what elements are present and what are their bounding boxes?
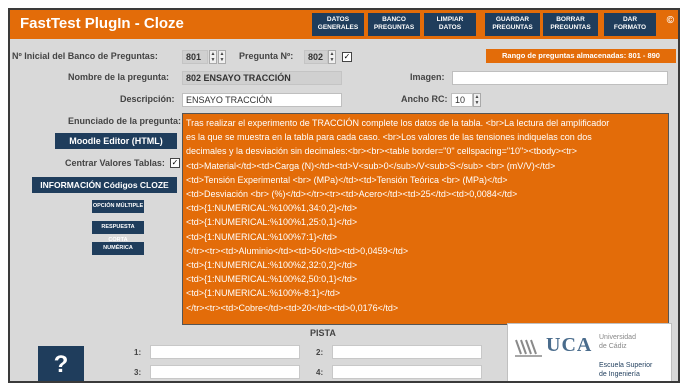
button-label: BANCO	[382, 16, 406, 23]
button-label: PREGUNTAS	[373, 24, 415, 31]
button-label: PREGUNTAS	[492, 24, 533, 31]
statement-label: Enunciado de la pregunta:	[68, 116, 182, 126]
header-bar: FastTest PlugIn - Cloze DATOS GENERALES …	[10, 10, 678, 39]
editor-line: <td>{1:NUMERICAL:%100%2,32:0,2}</td>	[186, 260, 358, 271]
app-title: FastTest PlugIn - Cloze	[20, 15, 184, 32]
university-line: de Cádiz	[599, 343, 627, 350]
uca-acronym: UCA	[546, 334, 593, 356]
editor-line: es la que se muestra en la tabla para ca…	[186, 132, 592, 143]
question-number-field[interactable]: 802	[304, 50, 328, 64]
button-label: DATOS	[438, 24, 462, 31]
pista-title: PISTA	[310, 328, 336, 338]
question-name-label: Nombre de la pregunta:	[68, 72, 170, 82]
uca-logo: UCA Universidad de Cádiz Escuela Superio…	[507, 323, 672, 381]
hint-3-label: 3:	[134, 368, 142, 377]
button-label: DATOS	[326, 16, 350, 23]
question-statement-editor[interactable]: Tras realizar el experimento de TRACCIÓN…	[182, 113, 669, 325]
school-line: de Ingeniería	[599, 371, 640, 378]
button-label: PREGUNTAS	[550, 24, 591, 31]
hint-4-field[interactable]	[332, 365, 482, 379]
editor-line: <td>Material</td><td>Carga (N)</td><td>V…	[186, 160, 556, 171]
button-label: DAR	[622, 16, 638, 23]
short-answer-button[interactable]: RESPUESTA CORTA	[92, 221, 144, 243]
school-line: Escuela Superior	[599, 362, 653, 369]
width-label: Ancho RC:	[401, 94, 448, 104]
hint-1-label: 1:	[134, 348, 142, 357]
bank-start-field[interactable]: 801	[182, 50, 208, 64]
borrar-preguntas-button[interactable]: BORRAR PREGUNTAS	[543, 13, 598, 36]
bank-start-label: Nº Inicial del Banco de Preguntas:	[12, 51, 158, 61]
multiple-choice-button[interactable]: OPCIÓN MÚLTIPLE	[92, 200, 144, 213]
hint-3-field[interactable]	[150, 365, 300, 379]
app-window: FastTest PlugIn - Cloze DATOS GENERALES …	[8, 8, 680, 383]
center-values-checkbox[interactable]: ✓	[170, 158, 180, 168]
question-name-field[interactable]: 802 ENSAYO TRACCIÓN	[182, 71, 342, 85]
button-label: FORMATO	[613, 24, 647, 31]
university-emblem-icon	[515, 339, 542, 357]
image-label: Imagen:	[410, 72, 445, 82]
bank-start-spinner-icon[interactable]: ▲ ▼	[209, 50, 217, 64]
stored-range-badge: Rango de preguntas almacenadas: 801 - 89…	[486, 49, 676, 63]
help-button[interactable]: ?	[38, 346, 84, 381]
question-number-checkbox[interactable]: ✓	[342, 52, 352, 62]
editor-line: <td>{1:NUMERICAL:%100%1,34:0,2}</td>	[186, 203, 358, 214]
editor-line: <td>{1:NUMERICAL:%100%1,25:0,1}</td>	[186, 217, 358, 228]
editor-line: decimales y la desviación sin decimales:…	[186, 146, 578, 157]
hint-1-field[interactable]	[150, 345, 300, 359]
editor-line: <td>{1:NUMERICAL:%100%2,50:0,1}</td>	[186, 274, 358, 285]
center-values-label: Centrar Valores Tablas:	[65, 158, 165, 168]
hint-2-label: 2:	[316, 348, 324, 357]
university-name: Universidad de Cádiz	[599, 333, 636, 351]
editor-line: <td>{1:NUMERICAL:%100%7:1}</td>	[186, 231, 338, 242]
cloze-info-button[interactable]: INFORMACIÓN Códigos CLOZE	[32, 177, 177, 193]
editor-line: <td>{1:NUMERICAL:%100%-8:1}</td>	[186, 288, 341, 299]
button-label: LIMPIAR	[436, 16, 464, 23]
question-number-spinner-icon[interactable]: ▲ ▼	[328, 50, 336, 64]
button-label: BORRAR	[556, 16, 585, 23]
guardar-preguntas-button[interactable]: GUARDAR PREGUNTAS	[485, 13, 540, 36]
button-label: GUARDAR	[495, 16, 530, 23]
editor-line: </tr><tr><td>Cobre</td><td>20</td><td>0,…	[186, 302, 399, 313]
hint-4-label: 4:	[316, 368, 324, 377]
editor-line: <td>Desviación <br> (%)</td></tr><tr><td…	[186, 189, 518, 200]
copyright-icon[interactable]: ©	[667, 15, 674, 26]
width-spinner-icon[interactable]: ▲ ▼	[473, 93, 481, 107]
description-field[interactable]: ENSAYO TRACCIÓN	[182, 93, 342, 107]
editor-line: Tras realizar el experimento de TRACCIÓN…	[186, 118, 610, 128]
limpiar-datos-button[interactable]: LIMPIAR DATOS	[424, 13, 476, 36]
datos-generales-button[interactable]: DATOS GENERALES	[312, 13, 364, 36]
bank-start-spinner-icon[interactable]: ▲ ▼	[218, 50, 226, 64]
width-field[interactable]: 10	[451, 93, 473, 107]
dar-formato-button[interactable]: DAR FORMATO	[604, 13, 656, 36]
university-line: Universidad	[599, 334, 636, 341]
moodle-editor-button[interactable]: Moodle Editor (HTML)	[55, 133, 177, 149]
button-label: GENERALES	[317, 24, 359, 31]
editor-line: </tr><tr><td>Aluminio</td><td>50</td><td…	[186, 245, 409, 256]
numeric-button[interactable]: NUMÉRICA	[92, 242, 144, 255]
school-name: Escuela Superior de Ingeniería	[599, 361, 652, 379]
description-label: Descripción:	[120, 94, 175, 104]
editor-line: <td>Tensión Experimental <br> (MPa)</td>…	[186, 174, 508, 185]
question-number-label: Pregunta Nº:	[239, 51, 294, 61]
image-path-field[interactable]	[452, 71, 668, 85]
banco-preguntas-button[interactable]: BANCO PREGUNTAS	[368, 13, 420, 36]
hint-2-field[interactable]	[332, 345, 482, 359]
